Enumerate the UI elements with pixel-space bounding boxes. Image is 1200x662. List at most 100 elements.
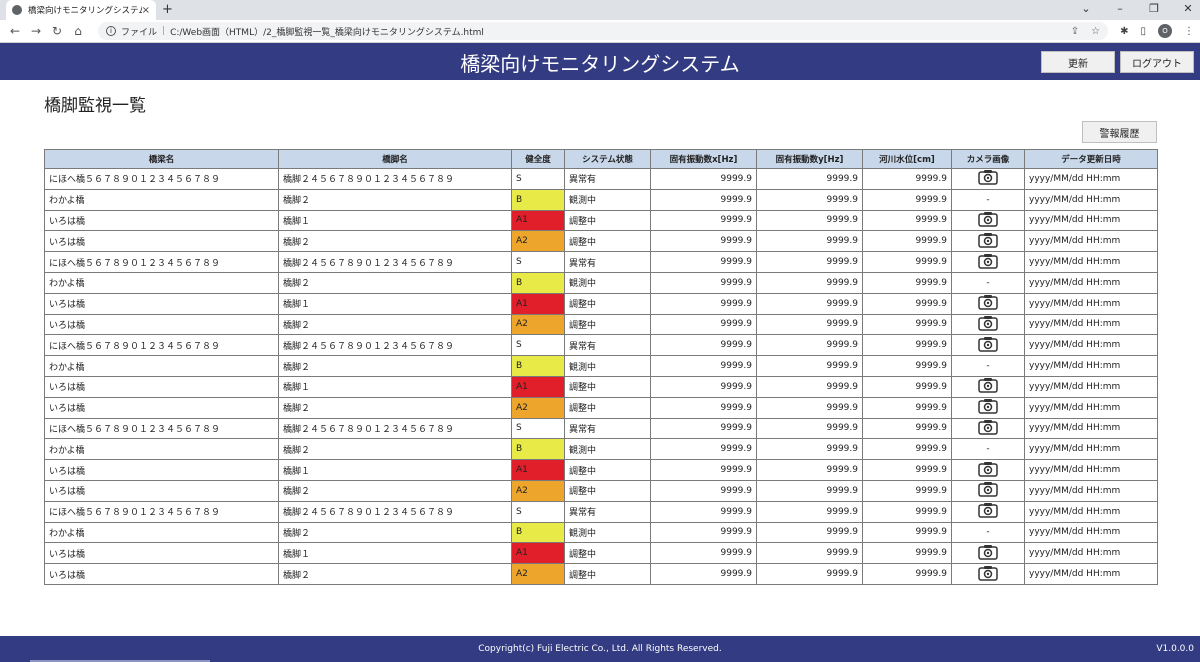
bridge-name-cell: にほへ橋５６７８９０１２３４５６７８９ <box>44 500 279 523</box>
column-header-freq-y[interactable]: 固有振動数y[Hz] <box>756 149 863 169</box>
health-badge: A2 <box>511 479 565 502</box>
reload-icon[interactable]: ↻ <box>48 24 66 38</box>
tab-search-icon[interactable]: ⌄ <box>1080 2 1092 15</box>
pier-name-cell: 橋脚２ <box>278 521 512 544</box>
pier-name-cell: 橋脚２ <box>278 230 512 253</box>
camera-icon[interactable] <box>978 294 998 313</box>
no-camera-text: - <box>986 361 990 372</box>
table-row[interactable]: わかよ橋 橋脚２ B 観測中 9999.9 9999.9 9999.9- yyyy/MM/dd… <box>44 521 1158 544</box>
table-row[interactable]: いろは橋 橋脚１ A1 調整中 9999.9 9999.9 9999.9 yyyy/MM/dd… <box>44 542 1158 565</box>
browser-tab[interactable]: 橋梁向けモニタリングシステム × <box>6 0 156 20</box>
tab-close-icon[interactable]: × <box>142 5 150 16</box>
table-row[interactable]: にほへ橋５６７８９０１２３４５６７８９ 橋脚２４５６７８９０１２３４５６７８９ S 異… <box>44 168 1158 190</box>
new-tab-button[interactable]: + <box>162 2 173 17</box>
freq-x-cell: 9999.9 <box>650 479 757 502</box>
bridge-name-cell: にほへ橋５６７８９０１２３４５６７８９ <box>44 334 279 357</box>
menu-kebab-icon[interactable]: ⋮ <box>1184 26 1194 37</box>
table-row[interactable]: いろは橋 橋脚２ A2 調整中 9999.9 9999.9 9999.9 yyyy/MM/dd… <box>44 230 1158 253</box>
camera-cell <box>951 209 1025 232</box>
system-status-cell: 調整中 <box>564 542 651 565</box>
camera-icon[interactable] <box>978 377 998 396</box>
freq-y-cell: 9999.9 <box>756 334 863 357</box>
maximize-icon[interactable]: ❐ <box>1148 2 1160 15</box>
water-level-cell: 9999.9 <box>862 459 952 481</box>
camera-icon[interactable] <box>978 398 998 417</box>
table-row[interactable]: いろは橋 橋脚２ A2 調整中 9999.9 9999.9 9999.9 yyyy/MM/dd… <box>44 313 1158 336</box>
refresh-button[interactable]: 更新 <box>1041 51 1115 73</box>
health-badge: B <box>511 521 565 544</box>
table-row[interactable]: いろは橋 橋脚２ A2 調整中 9999.9 9999.9 9999.9 yyyy/MM/dd… <box>44 563 1158 585</box>
column-header-health[interactable]: 健全度 <box>511 149 565 169</box>
camera-icon[interactable] <box>978 544 998 563</box>
water-level-cell: 9999.9 <box>862 271 952 294</box>
camera-icon[interactable] <box>978 565 998 584</box>
close-window-icon[interactable]: ✕ <box>1182 2 1194 15</box>
column-header-pier[interactable]: 橋脚名 <box>278 149 512 169</box>
table-row[interactable]: わかよ橋 橋脚２ B 観測中 9999.9 9999.9 9999.9- yyyy/MM/dd… <box>44 355 1158 377</box>
tab-title: 橋梁向けモニタリングシステム <box>28 6 142 16</box>
forward-icon[interactable]: → <box>27 24 45 38</box>
logout-button[interactable]: ログアウト <box>1120 51 1194 73</box>
freq-x-cell: 9999.9 <box>650 209 757 232</box>
bookmark-star-icon[interactable]: ☆ <box>1091 26 1100 37</box>
column-header-water-level[interactable]: 河川水位[cm] <box>862 149 952 169</box>
bridge-name-cell: いろは橋 <box>44 292 279 315</box>
profile-avatar[interactable]: O <box>1158 24 1172 38</box>
table-row[interactable]: にほへ橋５６７８９０１２３４５６７８９ 橋脚２４５６７８９０１２３４５６７８９ S 異… <box>44 417 1158 440</box>
table-row[interactable]: いろは橋 橋脚１ A1 調整中 9999.9 9999.9 9999.9 yyyy/MM/dd… <box>44 292 1158 315</box>
column-header-status[interactable]: システム状態 <box>564 149 651 169</box>
minimize-icon[interactable]: – <box>1114 2 1126 15</box>
column-header-bridge[interactable]: 橋梁名 <box>44 149 279 169</box>
updated-at-cell: yyyy/MM/dd HH:mm <box>1024 209 1158 232</box>
table-row[interactable]: わかよ橋 橋脚２ B 観測中 9999.9 9999.9 9999.9- yyyy/MM/dd… <box>44 271 1158 294</box>
camera-icon[interactable] <box>978 336 998 355</box>
camera-icon[interactable] <box>978 461 998 480</box>
home-icon[interactable]: ⌂ <box>69 24 87 38</box>
system-status-cell: 観測中 <box>564 521 651 544</box>
freq-x-cell: 9999.9 <box>650 230 757 253</box>
table-row[interactable]: わかよ橋 橋脚２ B 観測中 9999.9 9999.9 9999.9- yyyy/MM/dd… <box>44 438 1158 461</box>
table-row[interactable]: にほへ橋５６７８９０１２３４５６７８９ 橋脚２４５６７８９０１２３４５６７８９ S 異… <box>44 334 1158 357</box>
freq-y-cell: 9999.9 <box>756 417 863 440</box>
camera-icon[interactable] <box>978 169 998 188</box>
address-input[interactable]: i ファイル | C:/Web画面（HTML）/2_橋脚監視一覧_橋梁向けモニタ… <box>98 22 1109 40</box>
camera-cell <box>951 417 1025 440</box>
camera-icon[interactable] <box>978 419 998 438</box>
freq-x-cell: 9999.9 <box>650 292 757 315</box>
system-status-cell: 調整中 <box>564 292 651 315</box>
system-status-cell: 調整中 <box>564 563 651 585</box>
sidepanel-icon[interactable]: ▯ <box>1140 26 1146 37</box>
table-row[interactable]: にほへ橋５６７８９０１２３４５６７８９ 橋脚２４５６７８９０１２３４５６７８９ S 異… <box>44 500 1158 523</box>
column-header-camera[interactable]: カメラ画像 <box>951 149 1025 169</box>
table-row[interactable]: にほへ橋５６７８９０１２３４５６７８９ 橋脚２４５６７８９０１２３４５６７８９ S 異… <box>44 251 1158 273</box>
table-row[interactable]: いろは橋 橋脚１ A1 調整中 9999.9 9999.9 9999.9 yyyy/MM/dd… <box>44 375 1158 398</box>
table-row[interactable]: わかよ橋 橋脚２ B 観測中 9999.9 9999.9 9999.9- yyyy/MM/dd… <box>44 188 1158 211</box>
table-row[interactable]: いろは橋 橋脚１ A1 調整中 9999.9 9999.9 9999.9 yyyy/MM/dd… <box>44 209 1158 232</box>
camera-icon[interactable] <box>978 232 998 251</box>
updated-at-cell: yyyy/MM/dd HH:mm <box>1024 313 1158 336</box>
camera-icon[interactable] <box>978 481 998 500</box>
column-header-freq-x[interactable]: 固有振動数x[Hz] <box>650 149 757 169</box>
water-level-cell: 9999.9 <box>862 563 952 585</box>
table-row[interactable]: いろは橋 橋脚２ A2 調整中 9999.9 9999.9 9999.9 yyyy/MM/dd… <box>44 479 1158 502</box>
water-level-cell: 9999.9 <box>862 417 952 440</box>
pier-name-cell: 橋脚２ <box>278 313 512 336</box>
camera-cell <box>951 500 1025 523</box>
freq-y-cell: 9999.9 <box>756 209 863 232</box>
pier-monitoring-table: 橋梁名 橋脚名 健全度 システム状態 固有振動数x[Hz] 固有振動数y[Hz]… <box>44 149 1158 585</box>
table-row[interactable]: いろは橋 橋脚２ A2 調整中 9999.9 9999.9 9999.9 yyyy/MM/dd… <box>44 396 1158 419</box>
camera-icon[interactable] <box>978 315 998 334</box>
pier-name-cell: 橋脚１ <box>278 209 512 232</box>
camera-icon[interactable] <box>978 253 998 272</box>
info-icon[interactable]: i <box>106 26 116 36</box>
alarm-history-button[interactable]: 警報履歴 <box>1082 121 1157 143</box>
camera-icon[interactable] <box>978 502 998 521</box>
camera-cell <box>951 292 1025 315</box>
camera-icon[interactable] <box>978 211 998 230</box>
share-icon[interactable]: ⇪ <box>1071 26 1079 37</box>
camera-cell <box>951 375 1025 398</box>
back-icon[interactable]: ← <box>6 24 24 38</box>
extensions-icon[interactable]: ✱ <box>1120 26 1128 37</box>
table-row[interactable]: いろは橋 橋脚１ A1 調整中 9999.9 9999.9 9999.9 yyyy/MM/dd… <box>44 459 1158 481</box>
column-header-updated[interactable]: データ更新日時 <box>1024 149 1158 169</box>
